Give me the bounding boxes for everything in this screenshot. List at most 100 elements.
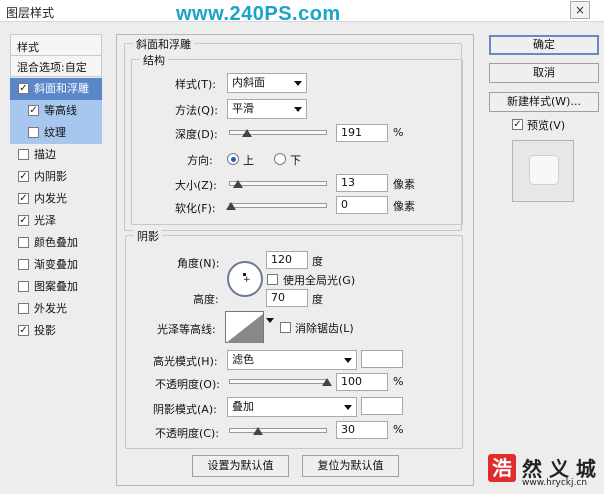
shadow-mode-select[interactable]: 叠加 [227, 397, 357, 417]
new-style-button[interactable]: 新建样式(W)... [489, 92, 599, 112]
soften-label: 软化(F): [175, 202, 216, 215]
angle-input[interactable]: 120 [266, 251, 308, 269]
slider-thumb[interactable] [226, 202, 236, 210]
slider-thumb[interactable] [322, 378, 332, 386]
anti-alias-label: 消除锯齿(L) [295, 322, 354, 335]
depth-label: 深度(D): [175, 128, 218, 141]
style-item-satin[interactable]: 光泽 [10, 210, 102, 232]
altitude-unit: 度 [312, 293, 323, 306]
window-title: 图层样式 [6, 6, 55, 20]
size-slider[interactable] [229, 178, 327, 190]
style-item-stroke[interactable]: 描边 [10, 144, 102, 166]
slider-thumb[interactable] [253, 427, 263, 435]
technique-select[interactable]: 平滑 [227, 99, 307, 119]
angle-label: 角度(N): [177, 257, 220, 270]
slider-track [229, 181, 327, 186]
altitude-input[interactable]: 70 [266, 289, 308, 307]
style-item-bevel-emboss[interactable]: 斜面和浮雕 [10, 78, 102, 100]
style-item-color-overlay[interactable]: 颜色叠加 [10, 232, 102, 254]
watermark-text: www.240PS.com [176, 3, 341, 25]
blending-options-header[interactable]: 混合选项:自定 [10, 56, 102, 77]
gloss-contour-label: 光泽等高线: [157, 323, 216, 336]
gloss-contour-picker[interactable] [225, 311, 264, 343]
style-preview [512, 140, 574, 202]
soften-input[interactable]: 0 [336, 196, 388, 214]
highlight-mode-select[interactable]: 滤色 [227, 350, 357, 370]
slider-track [229, 428, 327, 433]
preview-swatch [529, 155, 559, 185]
style-item-drop-shadow[interactable]: 投影 [10, 320, 102, 342]
style-item-texture[interactable]: 纹理 [10, 122, 102, 144]
reset-default-button[interactable]: 复位为默认值 [302, 455, 399, 477]
slider-thumb[interactable] [242, 129, 252, 137]
inner-shadow-checkbox[interactable] [18, 170, 29, 182]
angle-dial[interactable]: + [227, 261, 263, 297]
depth-unit: % [393, 126, 404, 139]
anti-alias-checkbox[interactable] [280, 322, 291, 333]
chevron-down-icon [294, 81, 302, 86]
shadow-opacity-input[interactable]: 30 [336, 421, 388, 439]
drop-shadow-checkbox[interactable] [18, 324, 29, 336]
texture-checkbox[interactable] [28, 126, 39, 138]
shadow-color-swatch[interactable] [361, 397, 403, 415]
style-item-inner-glow[interactable]: 内发光 [10, 188, 102, 210]
direction-down-label: 下 [290, 154, 301, 167]
size-input[interactable]: 13 [336, 174, 388, 192]
highlight-opacity-unit: % [393, 375, 404, 388]
bevel-emboss-checkbox[interactable] [18, 82, 29, 94]
preview-checkbox[interactable] [512, 119, 523, 130]
use-global-light-label: 使用全局光(G) [283, 274, 356, 287]
soften-slider[interactable] [226, 200, 327, 212]
style-item-inner-shadow[interactable]: 内阴影 [10, 166, 102, 188]
settings-panel: 斜面和浮雕 结构 样式(T): 内斜面 方法(Q): 平滑 深度(D): 191… [116, 34, 474, 486]
make-default-button[interactable]: 设置为默认值 [192, 455, 289, 477]
title-bar: 图层样式 www.240PS.com × [0, 0, 604, 25]
angle-unit: 度 [312, 255, 323, 268]
style-label: 样式(T): [175, 78, 217, 91]
highlight-opacity-input[interactable]: 100 [336, 373, 388, 391]
contour-preview-icon [226, 314, 263, 343]
slider-track [229, 203, 327, 208]
style-item-pattern-overlay[interactable]: 图案叠加 [10, 276, 102, 298]
soften-unit: 像素 [393, 200, 415, 213]
satin-checkbox[interactable] [18, 214, 29, 226]
slider-thumb[interactable] [233, 180, 243, 188]
chevron-down-icon[interactable] [266, 318, 274, 323]
altitude-label: 高度: [193, 293, 219, 306]
preview-label: 预览(V) [527, 119, 566, 132]
shading-title: 阴影 [134, 228, 162, 244]
logo-icon: 浩 [488, 454, 516, 482]
styles-header[interactable]: 样式 [10, 34, 102, 56]
outer-glow-checkbox[interactable] [18, 302, 29, 314]
inner-glow-checkbox[interactable] [18, 192, 29, 204]
style-item-gradient-overlay[interactable]: 渐变叠加 [10, 254, 102, 276]
use-global-light-checkbox[interactable] [267, 274, 278, 285]
close-button[interactable]: × [570, 1, 590, 19]
site-logo: 浩 然 义 城 www.hryckj.cn [488, 454, 598, 490]
chevron-down-icon [294, 107, 302, 112]
structure-title: 结构 [140, 52, 168, 68]
color-overlay-checkbox[interactable] [18, 236, 29, 248]
direction-down-radio[interactable] [274, 153, 286, 165]
pattern-overlay-checkbox[interactable] [18, 280, 29, 292]
gradient-overlay-checkbox[interactable] [18, 258, 29, 270]
highlight-opacity-slider[interactable] [229, 376, 332, 388]
highlight-opacity-label: 不透明度(O): [155, 378, 220, 391]
stroke-checkbox[interactable] [18, 148, 29, 160]
ok-button[interactable]: 确定 [489, 35, 599, 55]
slider-track [229, 379, 327, 384]
size-unit: 像素 [393, 178, 415, 191]
shadow-opacity-slider[interactable] [229, 425, 327, 437]
style-select[interactable]: 内斜面 [227, 73, 307, 93]
style-item-contour[interactable]: 等高线 [10, 100, 102, 122]
depth-slider[interactable] [229, 127, 327, 139]
logo-url: www.hryckj.cn [522, 478, 588, 488]
depth-input[interactable]: 191 [336, 124, 388, 142]
direction-up-radio[interactable] [227, 153, 239, 165]
style-item-outer-glow[interactable]: 外发光 [10, 298, 102, 320]
shadow-opacity-unit: % [393, 423, 404, 436]
highlight-color-swatch[interactable] [361, 350, 403, 368]
cancel-button[interactable]: 取消 [489, 63, 599, 83]
style-list: 样式 混合选项:自定 斜面和浮雕 等高线 纹理 描边 内阴影 内发光 光泽 颜色… [10, 34, 102, 348]
contour-checkbox[interactable] [28, 104, 39, 116]
